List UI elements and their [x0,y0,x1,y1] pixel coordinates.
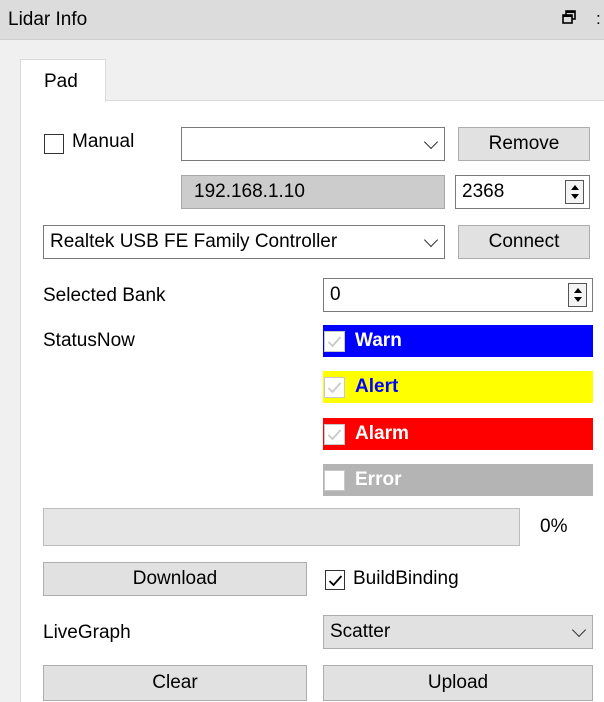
error-label: Error [355,469,402,490]
close-icon[interactable]: : [596,9,601,29]
live-graph-label: LiveGraph [43,622,131,643]
warn-label: Warn [355,330,402,351]
warn-checkbox[interactable] [324,330,345,352]
alert-label: Alert [355,376,399,397]
selected-bank-value: 0 [330,284,341,305]
remove-button[interactable]: Remove [458,127,590,161]
build-binding-label[interactable]: BuildBinding [353,568,459,590]
port-spinbox[interactable]: 2368 [455,175,590,209]
progress-text: 0% [540,516,568,537]
alarm-checkbox[interactable] [324,423,345,445]
build-binding-checkbox[interactable] [325,570,345,590]
window-title: Lidar Info [8,9,88,30]
status-warn: Warn [323,325,593,357]
chevron-down-icon [423,232,439,248]
alarm-label: Alarm [355,423,409,444]
alert-checkbox[interactable] [324,376,345,398]
ip-address-field[interactable]: 192.168.1.10 [181,175,445,209]
selected-bank-label: Selected Bank [43,285,166,306]
tab-pad-label: Pad [44,71,78,92]
status-alert: Alert [323,371,593,403]
manual-label[interactable]: Manual [72,131,134,153]
status-alarm: Alarm [323,418,593,450]
spin-arrows-icon[interactable] [568,283,587,307]
status-now-label: StatusNow [43,330,135,351]
connect-button[interactable]: Connect [458,225,590,259]
port-value: 2368 [462,181,505,202]
title-bar [0,0,604,40]
live-graph-select[interactable]: Scatter [323,615,593,649]
selected-bank-spinbox[interactable]: 0 [323,278,593,312]
network-adapter-select[interactable]: Realtek USB FE Family Controller [43,225,445,259]
status-error: Error [323,464,593,496]
restore-window-icon[interactable] [562,9,576,29]
device-select[interactable] [181,127,445,161]
chevron-down-icon [571,622,587,638]
chevron-down-icon [423,134,439,150]
progress-bar [43,508,520,546]
upload-button[interactable]: Upload [323,665,593,701]
error-checkbox[interactable] [324,469,345,491]
spin-arrows-icon[interactable] [565,180,584,204]
download-button[interactable]: Download [43,562,307,596]
clear-button[interactable]: Clear [43,665,307,701]
manual-checkbox[interactable] [44,134,64,154]
